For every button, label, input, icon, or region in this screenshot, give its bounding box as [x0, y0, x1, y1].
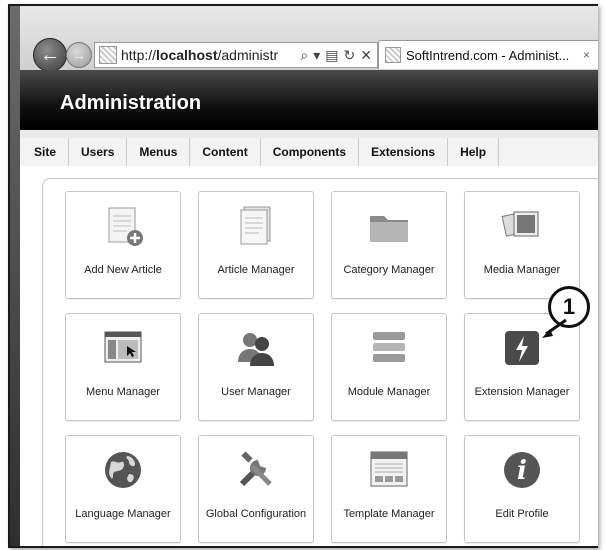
menu-item-content[interactable]: Content	[190, 138, 261, 166]
extension-icon	[500, 326, 544, 370]
menu-icon	[101, 326, 145, 370]
compat-icon[interactable]: ▤	[325, 47, 338, 64]
tab-title: SoftIntrend.com - Administ...	[406, 47, 570, 63]
tab-close-icon[interactable]: ×	[583, 48, 598, 62]
menu-item-users[interactable]: Users	[69, 138, 128, 166]
tile-module-manager[interactable]: Module Manager	[331, 313, 447, 421]
menu-item-help[interactable]: Help	[448, 138, 500, 166]
tile-label: User Manager	[221, 386, 291, 398]
tile-label: Edit Profile	[495, 508, 549, 520]
tile-label: Add New Article	[84, 264, 162, 276]
dropdown-icon[interactable]: ▾	[313, 47, 320, 64]
tile-label: Global Configuration	[205, 508, 307, 520]
screenshot-frame: ← → http://localhost/administr ⌕ ▾ ▤ ↻ ✕ Sof…	[8, 4, 598, 548]
module-icon	[367, 326, 411, 370]
tile-edit-profile[interactable]: i Edit Profile	[464, 435, 580, 543]
address-bar[interactable]: http://localhost/administr ⌕ ▾ ▤ ↻ ✕	[94, 42, 378, 68]
menu-item-extensions[interactable]: Extensions	[359, 138, 449, 166]
content-area: Add New Article Article Manager Category M…	[20, 166, 598, 546]
tile-language-manager[interactable]: Language Manager	[65, 435, 181, 543]
tile-menu-manager[interactable]: Menu Manager	[65, 313, 181, 421]
article-icon	[234, 204, 278, 248]
media-icon	[500, 204, 544, 248]
tile-user-manager[interactable]: User Manager	[198, 313, 314, 421]
browser-chrome: ← → http://localhost/administr ⌕ ▾ ▤ ↻ ✕ Sof…	[20, 6, 598, 72]
tile-label: Media Manager	[483, 264, 561, 276]
tile-label: Menu Manager	[86, 386, 160, 398]
tile-label: Article Manager	[217, 264, 295, 276]
tile-label: Template Manager	[343, 508, 435, 520]
tile-label: Module Manager	[347, 386, 431, 398]
tile-add-new-article[interactable]: Add New Article	[65, 191, 181, 299]
users-icon	[234, 326, 278, 370]
site-favicon-icon	[99, 46, 117, 64]
menu-item-menus[interactable]: Menus	[127, 138, 191, 166]
stop-icon[interactable]: ✕	[360, 47, 372, 64]
tile-label: Language Manager	[75, 508, 171, 520]
tile-label: Category Manager	[343, 264, 435, 276]
address-bar-tools: ⌕ ▾ ▤ ↻ ✕	[300, 47, 377, 64]
tile-global-configuration[interactable]: Global Configuration	[198, 435, 314, 543]
tools-icon	[234, 448, 278, 492]
control-panel: Add New Article Article Manager Category M…	[42, 178, 598, 546]
folder-icon	[367, 204, 411, 248]
refresh-icon[interactable]: ↻	[344, 47, 356, 64]
main-menu: Site Users Menus Content Components Extension…	[20, 138, 598, 167]
admin-header: Administration	[20, 70, 598, 130]
add-article-icon	[101, 204, 145, 248]
info-icon: i	[500, 448, 544, 492]
tab-favicon-icon	[385, 47, 401, 63]
menu-item-components[interactable]: Components	[261, 138, 360, 166]
tile-template-manager[interactable]: Template Manager	[331, 435, 447, 543]
tile-article-manager[interactable]: Article Manager	[198, 191, 314, 299]
tile-media-manager[interactable]: Media Manager	[464, 191, 580, 299]
tab-softintrend[interactable]: SoftIntrend.com - Administ... ×	[378, 40, 598, 69]
url-text: http://localhost/administr	[121, 47, 279, 63]
search-icon[interactable]: ⌕	[300, 47, 308, 64]
menu-item-site[interactable]: Site	[20, 138, 70, 166]
template-icon	[367, 448, 411, 492]
svg-text:i: i	[517, 456, 527, 486]
back-arrow-icon[interactable]: ←	[33, 38, 67, 72]
callout-arrow-icon	[542, 318, 567, 338]
globe-icon	[101, 448, 145, 492]
tile-category-manager[interactable]: Category Manager	[331, 191, 447, 299]
page-title: Administration	[60, 92, 202, 114]
forward-arrow-icon[interactable]: →	[66, 42, 92, 68]
window-edge	[10, 6, 20, 546]
tile-label: Extension Manager	[474, 386, 570, 398]
